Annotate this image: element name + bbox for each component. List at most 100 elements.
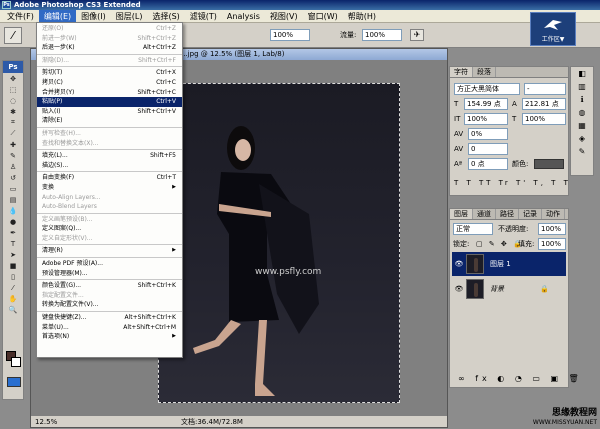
- eraser-tool-icon[interactable]: ▭: [3, 183, 23, 194]
- edit-menu-item[interactable]: 合并拷贝(Y) Shift+Ctrl+C: [37, 88, 182, 98]
- tab-layers[interactable]: 图层: [450, 209, 473, 219]
- navigator-icon[interactable]: ◧: [571, 67, 593, 80]
- menu-select[interactable]: 选择(S): [147, 10, 184, 23]
- type-tool-icon[interactable]: T: [3, 238, 23, 249]
- tab-paragraph[interactable]: 段落: [473, 67, 496, 77]
- menu-item-shortcut: Ctrl+V: [156, 98, 176, 106]
- kerning-field[interactable]: 0: [468, 143, 508, 155]
- menu-image[interactable]: 图像(I): [76, 10, 111, 23]
- eyedropper-icon[interactable]: ⁄: [3, 282, 23, 293]
- menu-edit[interactable]: 编辑(E): [38, 9, 77, 23]
- edit-menu-item[interactable]: 剪切(T) Ctrl+X: [37, 68, 182, 78]
- edit-menu-item[interactable]: 自由变换(F) Ctrl+T: [37, 173, 182, 183]
- magic-wand-icon[interactable]: ✱: [3, 106, 23, 117]
- lasso-tool-icon[interactable]: ◌: [3, 95, 23, 106]
- edit-menu-item[interactable]: 颜色设置(G)... Shift+Ctrl+K: [37, 281, 182, 291]
- tab-history[interactable]: 记录: [519, 209, 542, 219]
- edit-menu-item[interactable]: 定义图案(Q)...: [37, 224, 182, 234]
- shape-tool-icon[interactable]: ■: [3, 260, 23, 271]
- path-select-icon[interactable]: ➤: [3, 249, 23, 260]
- layer-panel-buttons[interactable]: ∞ fx ◐ ◔ ▭ ▣ 🗑: [458, 373, 583, 385]
- visibility-eye-icon[interactable]: 👁: [452, 285, 466, 293]
- edit-menu-item[interactable]: 变换 ▶: [37, 183, 182, 193]
- text-style-buttons[interactable]: T T TT Tr T' T, T T: [454, 177, 571, 189]
- notes-tool-icon[interactable]: ▯: [3, 271, 23, 282]
- slice-tool-icon[interactable]: ⟋: [3, 128, 23, 139]
- lock-icons[interactable]: ▢ ✎ ✥ 🔒: [476, 238, 524, 250]
- font-family-select[interactable]: 方正大黑简体: [454, 83, 520, 95]
- gradient-tool-icon[interactable]: ▤: [3, 194, 23, 205]
- menu-filter[interactable]: 滤镜(T): [185, 10, 222, 23]
- histogram-icon[interactable]: ▥: [571, 80, 593, 93]
- zoom-readout[interactable]: 12.5%: [35, 416, 57, 428]
- styles-icon[interactable]: ◈: [571, 132, 593, 145]
- brushes-icon[interactable]: ✎: [571, 145, 593, 158]
- stamp-tool-icon[interactable]: ♙: [3, 161, 23, 172]
- edit-menu-item[interactable]: 清理(R) ▶: [37, 246, 182, 256]
- dodge-tool-icon[interactable]: ●: [3, 216, 23, 227]
- edit-menu-item[interactable]: 清除(E): [37, 116, 182, 126]
- vertical-scale-field[interactable]: 100%: [464, 113, 508, 125]
- brush-tool-icon[interactable]: ✎: [3, 150, 23, 161]
- tab-actions[interactable]: 动作: [542, 209, 565, 219]
- tab-channels[interactable]: 通道: [473, 209, 496, 219]
- fill-field[interactable]: 100%: [538, 238, 566, 250]
- edit-menu-item[interactable]: 首选项(N) ▶: [37, 332, 182, 342]
- layer-row-layer1[interactable]: 👁 图层 1: [452, 252, 566, 276]
- swatches-icon[interactable]: ▦: [571, 119, 593, 132]
- layer-opacity-field[interactable]: 100%: [538, 223, 566, 235]
- menu-help[interactable]: 帮助(H): [343, 10, 381, 23]
- flow-field[interactable]: 100%: [362, 29, 402, 41]
- marquee-tool-icon[interactable]: ⬚: [3, 84, 23, 95]
- menu-file[interactable]: 文件(F): [2, 10, 39, 23]
- edit-menu-item[interactable]: 贴入(I) Shift+Ctrl+V: [37, 107, 182, 117]
- text-color-swatch[interactable]: [534, 159, 564, 169]
- edit-menu-item[interactable]: Adobe PDF 预设(A)...: [37, 259, 182, 269]
- tab-character[interactable]: 字符: [450, 67, 473, 77]
- brush-tool-icon[interactable]: ⁄: [4, 27, 22, 44]
- menu-item-label: 键盘快捷键(Z)...: [42, 314, 87, 322]
- quick-mask-icon[interactable]: [7, 377, 21, 387]
- edit-menu-item[interactable]: 键盘快捷键(Z)... Alt+Shift+Ctrl+K: [37, 313, 182, 323]
- crop-tool-icon[interactable]: ⌗: [3, 117, 23, 128]
- zoom-tool-icon[interactable]: 🔍: [3, 304, 23, 315]
- layer-row-background[interactable]: 👁 背景 🔒: [452, 277, 566, 301]
- workspace-logo[interactable]: 工作区▼: [530, 12, 576, 46]
- menu-analysis[interactable]: Analysis: [222, 10, 265, 23]
- color-icon[interactable]: ◍: [571, 106, 593, 119]
- font-size-field[interactable]: 154.99 点: [464, 98, 508, 110]
- airbrush-icon[interactable]: ✈: [410, 29, 424, 41]
- pen-tool-icon[interactable]: ✒: [3, 227, 23, 238]
- menu-window[interactable]: 窗口(W): [303, 10, 343, 23]
- background-color-swatch[interactable]: [11, 357, 21, 367]
- edit-menu-item[interactable]: 描边(S)...: [37, 161, 182, 171]
- edit-menu-item[interactable]: 菜单(U)... Alt+Shift+Ctrl+M: [37, 323, 182, 333]
- info-icon[interactable]: ℹ: [571, 93, 593, 106]
- blend-mode-select[interactable]: 正常: [453, 223, 493, 235]
- image-canvas[interactable]: www.psfly.com: [158, 83, 400, 403]
- menu-layer[interactable]: 图层(L): [111, 10, 148, 23]
- menu-view[interactable]: 视图(V): [265, 10, 303, 23]
- edit-menu-item[interactable]: 预设管理器(M)...: [37, 269, 182, 279]
- edit-menu-item[interactable]: 填充(L)... Shift+F5: [37, 151, 182, 161]
- hand-tool-icon[interactable]: ✋: [3, 293, 23, 304]
- font-style-select[interactable]: -: [524, 83, 566, 95]
- blur-tool-icon[interactable]: 💧: [3, 205, 23, 216]
- visibility-eye-icon[interactable]: 👁: [452, 260, 466, 268]
- history-brush-icon[interactable]: ↺: [3, 172, 23, 183]
- edit-menu-item[interactable]: 粘贴(P) Ctrl+V: [37, 97, 182, 107]
- leading-field[interactable]: 212.81 点: [522, 98, 566, 110]
- menu-item-label: 贴入(I): [42, 107, 61, 115]
- horizontal-scale-field[interactable]: 100%: [522, 113, 566, 125]
- site-footer-watermark: 思缘教程网 WWW.MISSYUAN.NET: [512, 408, 600, 429]
- healing-tool-icon[interactable]: ✚: [3, 139, 23, 150]
- opacity-field[interactable]: 100%: [270, 29, 310, 41]
- baseline-field[interactable]: 0 点: [468, 158, 508, 170]
- move-tool-icon[interactable]: ✥: [3, 73, 23, 84]
- edit-menu-item[interactable]: 转换为配置文件(V)...: [37, 300, 182, 310]
- tab-paths[interactable]: 路径: [496, 209, 519, 219]
- tracking-field[interactable]: 0%: [468, 128, 508, 140]
- menu-item-label: 填充(L)...: [42, 152, 68, 160]
- edit-menu-item[interactable]: 拷贝(C) Ctrl+C: [37, 78, 182, 88]
- edit-menu-item[interactable]: 后退一步(K) Alt+Ctrl+Z: [37, 43, 182, 53]
